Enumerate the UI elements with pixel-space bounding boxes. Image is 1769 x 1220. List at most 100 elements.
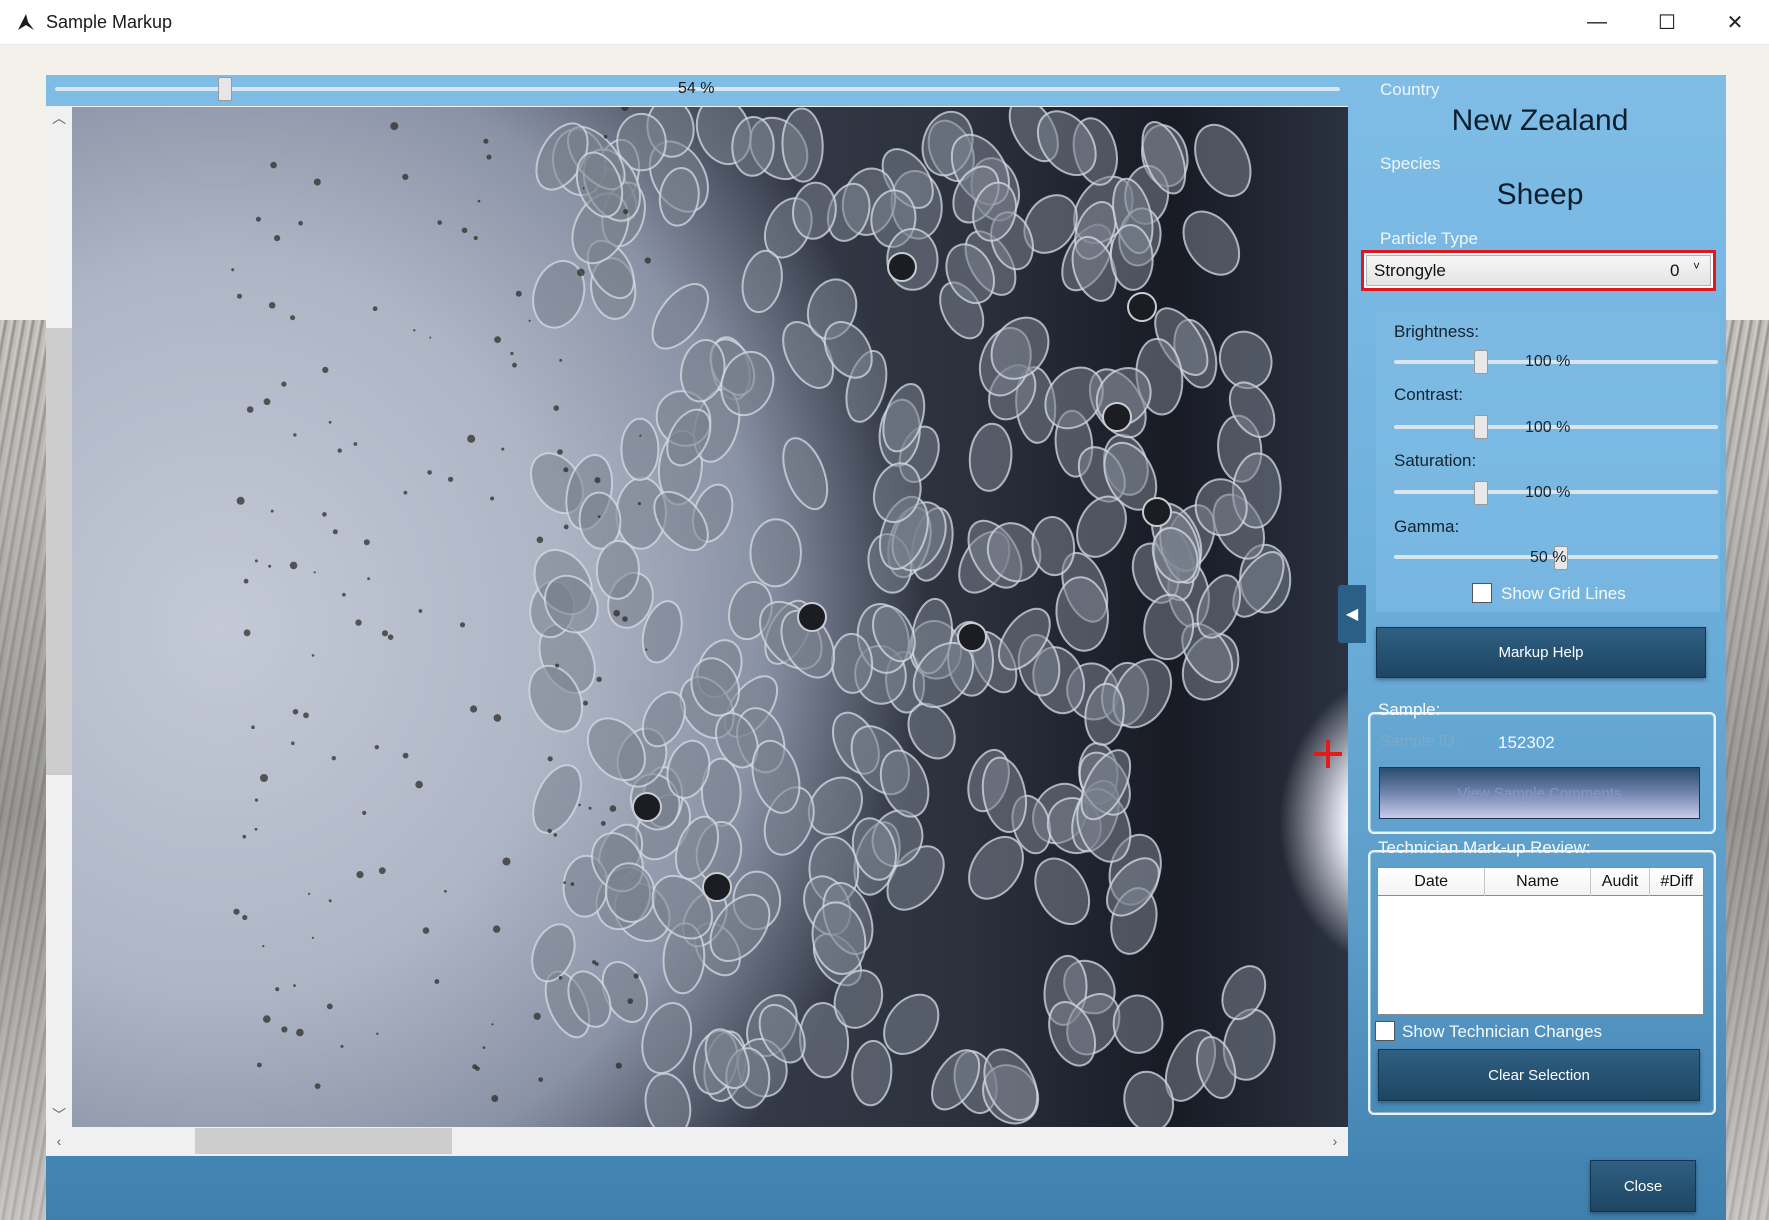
show-grid-label: Show Grid Lines [1501,584,1626,603]
debris-speck [639,434,642,437]
column-header-audit[interactable]: Audit [1591,868,1651,896]
debris-speck [340,1044,344,1048]
debris-speck [422,927,430,934]
bubble [1142,497,1172,527]
debris-speck [418,609,423,613]
title-bar: Sample Markup [0,0,1769,45]
debris-speck [328,899,332,903]
debris-speck [563,524,569,530]
debris-speck [491,1095,499,1102]
debris-speck [390,122,399,131]
debris-speck [644,257,651,264]
show-technician-changes-checkbox[interactable] [1375,1021,1395,1041]
technician-review-legend: Technician Mark-up Review: [1378,838,1591,857]
debris-speck [356,871,364,879]
debris-speck [260,774,268,782]
bubble [797,602,827,632]
markup-help-button[interactable]: Markup Help [1376,627,1706,678]
show-grid-checkbox[interactable] [1472,583,1492,603]
clear-selection-button[interactable]: Clear Selection [1378,1049,1700,1101]
species-value: Sheep [1496,178,1584,211]
debris-speck [236,496,245,505]
debris-speck [494,336,501,343]
chevron-down-icon: ˅ [1693,259,1701,273]
zoom-slider-thumb[interactable] [218,77,232,101]
column-header-date[interactable]: Date [1378,868,1486,896]
debris-speck [547,756,553,762]
contrast-slider-thumb[interactable] [1474,415,1488,439]
debris-speck [486,154,492,160]
debris-speck [313,571,316,574]
particle-type-count: 0 [1670,260,1680,280]
debris-speck [633,973,639,979]
debris-speck [298,220,303,226]
debris-speck [472,1064,478,1070]
debris-speck [326,1003,333,1010]
egg-shape [731,116,775,177]
debris-speck [622,616,628,622]
zoom-label: 54 % [678,80,715,97]
debris-speck [493,714,502,722]
maximize-button[interactable]: ☐ [1632,0,1702,45]
debris-speck [528,319,531,322]
egg-shape [851,1039,893,1107]
debris-speck [547,828,552,834]
debris-speck [308,892,311,896]
brightness-label: Brightness: [1394,322,1480,341]
sample-id-value: 152302 [1498,733,1555,752]
microscope-image[interactable] [72,107,1348,1127]
collapse-panel-button[interactable]: ◀ [1338,585,1366,643]
debris-speck [251,725,255,729]
egg-shape [1034,857,1091,925]
debris-speck [237,293,242,299]
close-button[interactable]: Close [1590,1160,1696,1212]
debris-speck [337,448,342,453]
minimize-button[interactable]: — [1562,0,1632,45]
debris-speck [603,135,608,139]
brightness-slider-thumb[interactable] [1474,350,1488,374]
debris-speck [557,449,563,455]
bubble [632,792,662,822]
review-table[interactable]: Date Name Audit #Diff [1377,867,1704,1015]
contrast-value: 100 % [1525,419,1571,436]
debris-speck [615,1062,622,1069]
debris-speck [515,290,522,297]
vertical-scroll-thumb[interactable] [46,328,72,775]
egg-shape [532,259,586,329]
particle-type-dropdown[interactable]: Strongyle 0 ˅ [1366,255,1711,286]
debris-speck [270,161,277,169]
bubble [1127,292,1157,322]
debris-speck [627,998,634,1004]
debris-speck [246,406,254,413]
scroll-up-icon[interactable]: ︿ [46,106,72,130]
debris-speck [322,512,327,517]
view-sample-comments-button[interactable]: View Sample Comments [1379,767,1700,819]
column-header-diff[interactable]: #Diff [1650,868,1703,896]
debris-speck [588,806,592,810]
debris-speck [378,867,386,874]
debris-speck [243,629,251,637]
debris-speck [491,1023,494,1026]
debris-speck [293,433,297,437]
debris-speck [461,227,468,234]
particle-type-label: Particle Type [1380,229,1478,248]
scroll-right-icon[interactable]: › [1322,1129,1348,1153]
scroll-left-icon[interactable]: ‹ [46,1129,72,1153]
debris-speck [578,803,581,807]
debris-speck [268,302,276,309]
egg-shape [831,632,874,694]
debris-speck [362,810,367,816]
column-header-name[interactable]: Name [1485,868,1591,896]
horizontal-scroll-thumb[interactable] [195,1128,452,1154]
egg-shape [749,518,802,588]
debris-speck [242,834,247,839]
saturation-slider-thumb[interactable] [1474,481,1488,505]
debris-speck [559,358,563,362]
debris-speck [553,833,558,837]
egg-shape [968,422,1013,492]
debris-speck [553,405,559,411]
scroll-down-icon[interactable]: ﹀ [46,1103,72,1127]
debris-speck [459,622,466,628]
close-window-button[interactable]: ✕ [1700,0,1769,45]
brightness-value: 100 % [1525,353,1571,370]
